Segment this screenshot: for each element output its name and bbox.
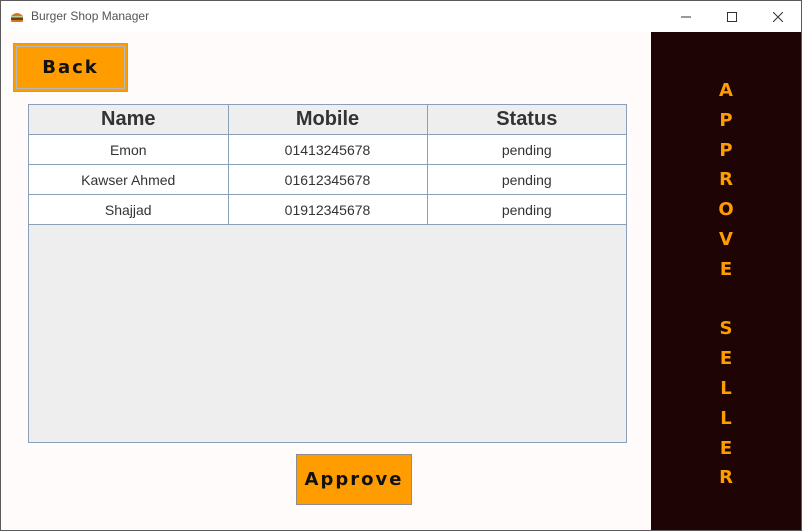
column-header-status[interactable]: Status <box>426 105 626 135</box>
approve-button[interactable]: Approve <box>296 454 412 505</box>
side-letter: S <box>719 318 733 340</box>
cell-mobile[interactable]: 01612345678 <box>227 164 428 195</box>
maximize-icon <box>727 9 737 25</box>
main-content: Back Name Mobile Status Emon 01413245678… <box>1 32 651 530</box>
side-letter: E <box>719 258 733 280</box>
side-letter: E <box>719 348 733 370</box>
cell-status[interactable]: pending <box>426 194 626 225</box>
column-header-mobile[interactable]: Mobile <box>227 105 428 135</box>
cell-status[interactable]: pending <box>426 164 626 195</box>
minimize-icon <box>681 9 691 25</box>
column-header-name[interactable]: Name <box>29 105 229 135</box>
table-header-row: Name Mobile Status <box>29 105 626 135</box>
side-panel-title: A P P R O V E S E L L E R <box>651 76 801 493</box>
side-letter: A <box>719 80 733 101</box>
seller-table[interactable]: Name Mobile Status Emon 01413245678 pend… <box>28 104 627 443</box>
cell-name[interactable]: Emon <box>29 134 229 165</box>
side-letter: P <box>719 139 733 161</box>
side-panel: A P P R O V E S E L L E R <box>651 32 801 530</box>
table-row[interactable]: Kawser Ahmed 01612345678 pending <box>29 164 626 195</box>
side-letter: P <box>719 109 733 131</box>
maximize-button[interactable] <box>709 1 755 32</box>
side-letter: O <box>718 199 734 221</box>
burger-icon <box>10 10 24 22</box>
cell-mobile[interactable]: 01912345678 <box>227 194 428 225</box>
app-window: Burger Shop Manager Back Name Mobile Sta… <box>0 0 802 531</box>
table-row[interactable]: Emon 01413245678 pending <box>29 134 626 165</box>
side-letter: V <box>719 228 733 250</box>
side-letter: L <box>720 377 732 399</box>
side-letter: L <box>720 407 732 429</box>
cell-name[interactable]: Kawser Ahmed <box>29 164 229 195</box>
table-row[interactable]: Shajjad 01912345678 pending <box>29 194 626 225</box>
title-bar[interactable]: Burger Shop Manager <box>1 1 801 32</box>
cell-mobile[interactable]: 01413245678 <box>227 134 428 165</box>
back-button[interactable]: Back <box>13 43 128 92</box>
side-letter: E <box>719 437 733 459</box>
window-title: Burger Shop Manager <box>31 9 150 23</box>
side-letter: R <box>719 467 733 489</box>
close-icon <box>772 9 784 25</box>
cell-name[interactable]: Shajjad <box>29 194 229 225</box>
close-button[interactable] <box>755 1 801 32</box>
side-letter: R <box>719 169 733 191</box>
minimize-button[interactable] <box>663 1 709 32</box>
seller-table-grid: Name Mobile Status Emon 01413245678 pend… <box>29 105 626 225</box>
cell-status[interactable]: pending <box>426 134 626 165</box>
